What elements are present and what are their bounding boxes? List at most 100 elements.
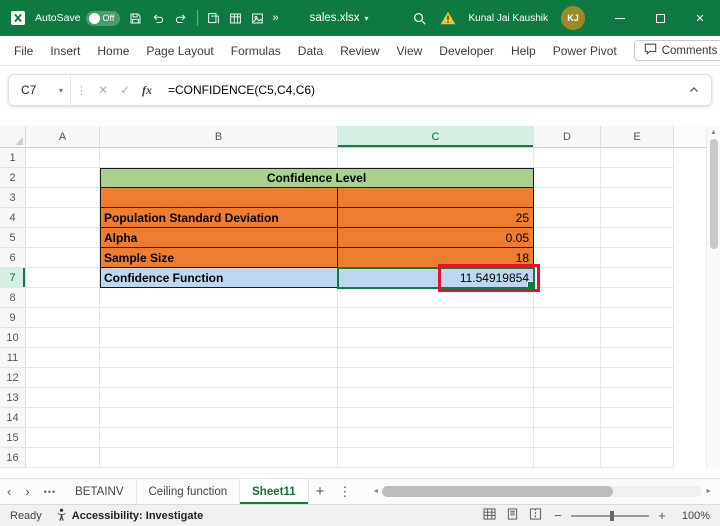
cell-E4[interactable] xyxy=(601,208,674,228)
cancel-icon[interactable]: ✕ xyxy=(92,83,114,97)
zoom-slider[interactable] xyxy=(571,510,649,521)
sheet-more-icon[interactable]: ⋮ xyxy=(331,479,358,504)
cell-B6[interactable]: Sample Size xyxy=(100,248,338,268)
row-header-3[interactable]: 3 xyxy=(0,188,26,208)
page-layout-view-icon[interactable] xyxy=(506,508,519,523)
cell-A7[interactable] xyxy=(26,268,100,288)
scroll-left-icon[interactable]: ◄ xyxy=(372,488,379,495)
cell-D16[interactable] xyxy=(534,448,601,468)
normal-view-icon[interactable] xyxy=(483,508,496,523)
cell-E8[interactable] xyxy=(601,288,674,308)
cell-E10[interactable] xyxy=(601,328,674,348)
ribbon-tab-page-layout[interactable]: Page Layout xyxy=(146,44,213,58)
ribbon-tab-help[interactable]: Help xyxy=(511,44,536,58)
cell-D9[interactable] xyxy=(534,308,601,328)
row-header-11[interactable]: 11 xyxy=(0,348,26,368)
cell-C5[interactable]: 0.05 xyxy=(338,228,534,248)
cell-D5[interactable] xyxy=(534,228,601,248)
search-icon[interactable] xyxy=(412,11,427,26)
cell-A6[interactable] xyxy=(26,248,100,268)
horizontal-scrollbar-track[interactable] xyxy=(382,486,703,497)
row-header-1[interactable]: 1 xyxy=(0,148,26,168)
cell-D1[interactable] xyxy=(534,148,601,168)
formula-input[interactable]: =CONFIDENCE(C5,C4,C6) xyxy=(168,83,677,97)
sheet-nav-left-icon[interactable]: ‹ xyxy=(0,479,18,504)
column-header-E[interactable]: E xyxy=(601,126,674,148)
cell-B4[interactable]: Population Standard Deviation xyxy=(100,208,338,228)
row-header-13[interactable]: 13 xyxy=(0,388,26,408)
cell-A11[interactable] xyxy=(26,348,100,368)
cell-E3[interactable] xyxy=(601,188,674,208)
vertical-scrollbar-thumb[interactable] xyxy=(709,139,718,249)
avatar[interactable]: KJ xyxy=(561,6,585,30)
row-header-15[interactable]: 15 xyxy=(0,428,26,448)
cell-D11[interactable] xyxy=(534,348,601,368)
cell-A5[interactable] xyxy=(26,228,100,248)
row-header-14[interactable]: 14 xyxy=(0,408,26,428)
ribbon-tab-developer[interactable]: Developer xyxy=(439,44,494,58)
row-header-5[interactable]: 5 xyxy=(0,228,26,248)
cell-D14[interactable] xyxy=(534,408,601,428)
cell-E5[interactable] xyxy=(601,228,674,248)
cell-C15[interactable] xyxy=(338,428,534,448)
cell-E2[interactable] xyxy=(601,168,674,188)
cell-C4[interactable]: 25 xyxy=(338,208,534,228)
cell-B5[interactable]: Alpha xyxy=(100,228,338,248)
row-header-12[interactable]: 12 xyxy=(0,368,26,388)
cell-A14[interactable] xyxy=(26,408,100,428)
cell-A15[interactable] xyxy=(26,428,100,448)
more-commands-icon[interactable]: » xyxy=(273,12,279,24)
cell-E12[interactable] xyxy=(601,368,674,388)
cell-E11[interactable] xyxy=(601,348,674,368)
insert-function-icon[interactable]: fx xyxy=(136,83,158,98)
undo-icon[interactable] xyxy=(151,12,165,25)
page-break-view-icon[interactable] xyxy=(529,508,542,523)
cell-D12[interactable] xyxy=(534,368,601,388)
cell-D8[interactable] xyxy=(534,288,601,308)
row-header-16[interactable]: 16 xyxy=(0,448,26,468)
cell-C16[interactable] xyxy=(338,448,534,468)
enter-icon[interactable]: ✓ xyxy=(114,83,136,97)
cell-D15[interactable] xyxy=(534,428,601,448)
user-name[interactable]: Kunal Jai Kaushik xyxy=(469,13,549,24)
warning-icon[interactable] xyxy=(440,11,456,25)
sheet-tab-betainv[interactable]: BETAINV xyxy=(63,479,137,504)
cell-C8[interactable] xyxy=(338,288,534,308)
collapse-formula-bar-icon[interactable] xyxy=(677,81,711,99)
ribbon-tab-view[interactable]: View xyxy=(397,44,423,58)
cell-B15[interactable] xyxy=(100,428,338,448)
cell-E14[interactable] xyxy=(601,408,674,428)
cell-A13[interactable] xyxy=(26,388,100,408)
copy-icon[interactable] xyxy=(207,12,220,25)
ribbon-tab-file[interactable]: File xyxy=(14,44,33,58)
cell-A3[interactable] xyxy=(26,188,100,208)
cell-E6[interactable] xyxy=(601,248,674,268)
cell-A9[interactable] xyxy=(26,308,100,328)
cell-D7[interactable] xyxy=(534,268,601,288)
cell-E13[interactable] xyxy=(601,388,674,408)
cell-A4[interactable] xyxy=(26,208,100,228)
cell-D10[interactable] xyxy=(534,328,601,348)
ribbon-tab-formulas[interactable]: Formulas xyxy=(231,44,281,58)
cell-B7[interactable]: Confidence Function xyxy=(100,268,338,288)
row-header-9[interactable]: 9 xyxy=(0,308,26,328)
select-all-corner[interactable] xyxy=(0,126,26,148)
cell-B12[interactable] xyxy=(100,368,338,388)
cell-C13[interactable] xyxy=(338,388,534,408)
comments-button[interactable]: Comments xyxy=(633,40,720,61)
cell-B3[interactable] xyxy=(100,188,338,208)
cell-C10[interactable] xyxy=(338,328,534,348)
cell-B10[interactable] xyxy=(100,328,338,348)
ribbon-tab-data[interactable]: Data xyxy=(298,44,323,58)
cell-E15[interactable] xyxy=(601,428,674,448)
column-header-B[interactable]: B xyxy=(100,126,338,148)
cell-B11[interactable] xyxy=(100,348,338,368)
ribbon-tab-home[interactable]: Home xyxy=(97,44,129,58)
name-box[interactable]: C7 ▾ xyxy=(9,75,71,105)
scroll-up-icon[interactable]: ▲ xyxy=(710,126,717,139)
save-icon[interactable] xyxy=(129,12,142,25)
cell-A8[interactable] xyxy=(26,288,100,308)
cell-C14[interactable] xyxy=(338,408,534,428)
row-header-4[interactable]: 4 xyxy=(0,208,26,228)
cell-D2[interactable] xyxy=(534,168,601,188)
